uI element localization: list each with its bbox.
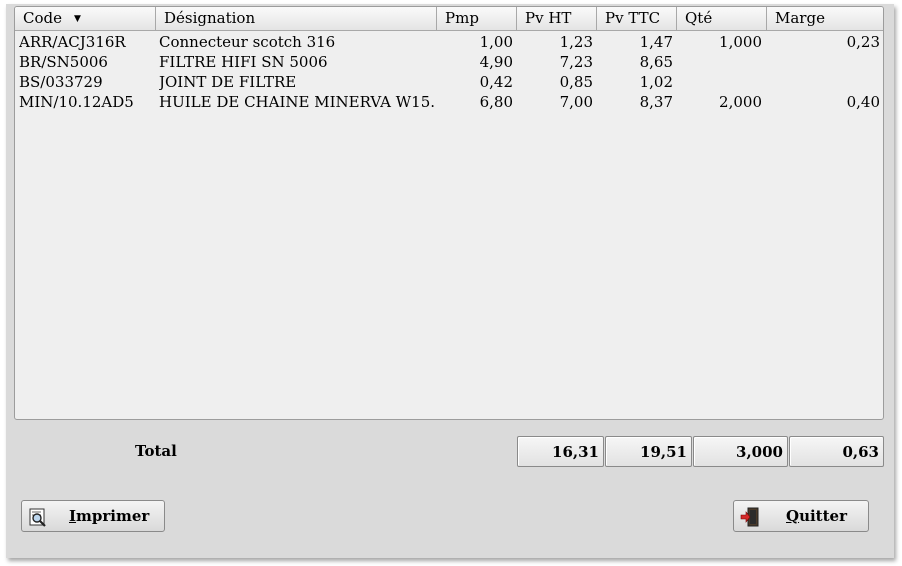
quit-mnemonic: Q [786, 507, 800, 525]
total-pv-ht-box: 16,31 [517, 436, 604, 467]
cell-marge [767, 72, 880, 92]
cell-code: BR/SN5006 [19, 53, 108, 71]
quit-button[interactable]: Quitter [733, 500, 869, 532]
quit-button-label: Quitter [786, 507, 847, 525]
cell-pv-ht: 1,23 [559, 33, 593, 51]
column-header-pv-ttc[interactable]: Pv TTC [597, 7, 677, 31]
print-label-rest: mprimer [76, 507, 150, 525]
cell-pv-ttc: 1,02 [639, 73, 673, 91]
total-marge-box: 0,63 [789, 436, 884, 467]
column-header-marge[interactable]: Marge [767, 7, 883, 31]
column-header-designation[interactable]: Désignation [156, 7, 437, 31]
table-row[interactable]: BS/033729 JOINT DE FILTRE 0,42 0,85 1,02 [15, 72, 883, 92]
total-pv-ttc-box: 19,51 [605, 436, 692, 467]
total-label: Total [135, 442, 177, 460]
cell-code: MIN/10.12AD5 [19, 93, 134, 111]
table-row[interactable]: ARR/ACJ316R Connecteur scotch 316 1,00 1… [15, 32, 883, 52]
quit-label-rest: uitter [799, 507, 847, 525]
cell-marge: 0,23 [846, 33, 880, 51]
column-header-label: Désignation [164, 9, 256, 27]
column-header-label: Qté [685, 9, 713, 27]
exit-door-icon [740, 507, 759, 527]
table-header: Code ▼ Désignation Pmp Pv HT Pv TTC Qté M… [15, 7, 883, 31]
sort-descending-icon: ▼ [74, 14, 81, 24]
table-row[interactable]: MIN/10.12AD5 HUILE DE CHAINE MINERVA W15… [15, 92, 883, 112]
print-preview-icon [29, 508, 46, 527]
cell-designation: Connecteur scotch 316 [159, 33, 336, 51]
cell-pv-ttc: 1,47 [639, 33, 673, 51]
cell-marge [767, 52, 880, 72]
cell-designation: JOINT DE FILTRE [159, 73, 297, 91]
articles-table[interactable]: Code ▼ Désignation Pmp Pv HT Pv TTC Qté M… [14, 6, 884, 420]
cell-pv-ttc: 8,65 [639, 53, 673, 71]
stock-valuation-window: Code ▼ Désignation Pmp Pv HT Pv TTC Qté M… [6, 4, 894, 558]
cell-marge: 0,40 [846, 93, 880, 111]
cell-designation: FILTRE HIFI SN 5006 [159, 53, 328, 71]
cell-pmp: 6,80 [479, 93, 513, 111]
cell-code: BS/033729 [19, 73, 103, 91]
total-qte-box: 3,000 [693, 436, 788, 467]
column-header-label: Code [23, 9, 62, 27]
cell-pmp: 4,90 [479, 53, 513, 71]
column-header-label: Pv TTC [605, 9, 661, 27]
cell-qte [677, 72, 762, 92]
column-header-label: Pv HT [525, 9, 572, 27]
cell-qte: 1,000 [719, 33, 762, 51]
cell-pmp: 1,00 [479, 33, 513, 51]
cell-pv-ht: 7,23 [559, 53, 593, 71]
print-button-label: Imprimer [69, 507, 149, 525]
cell-code: ARR/ACJ316R [19, 33, 126, 51]
cell-qte [677, 52, 762, 72]
column-header-label: Marge [775, 9, 825, 27]
column-header-label: Pmp [445, 9, 479, 27]
print-button[interactable]: Imprimer [21, 500, 165, 532]
column-header-pv-ht[interactable]: Pv HT [517, 7, 597, 31]
cell-qte: 2,000 [719, 93, 762, 111]
cell-pv-ttc: 8,37 [639, 93, 673, 111]
column-header-code[interactable]: Code ▼ [15, 7, 156, 31]
cell-pv-ht: 0,85 [559, 73, 593, 91]
cell-pv-ht: 7,00 [559, 93, 593, 111]
cell-designation: HUILE DE CHAINE MINERVA W15... [159, 93, 434, 111]
table-row[interactable]: BR/SN5006 FILTRE HIFI SN 5006 4,90 7,23 … [15, 52, 883, 72]
cell-pmp: 0,42 [479, 73, 513, 91]
column-header-qte[interactable]: Qté [677, 7, 767, 31]
column-header-pmp[interactable]: Pmp [437, 7, 517, 31]
print-mnemonic: I [69, 507, 77, 525]
